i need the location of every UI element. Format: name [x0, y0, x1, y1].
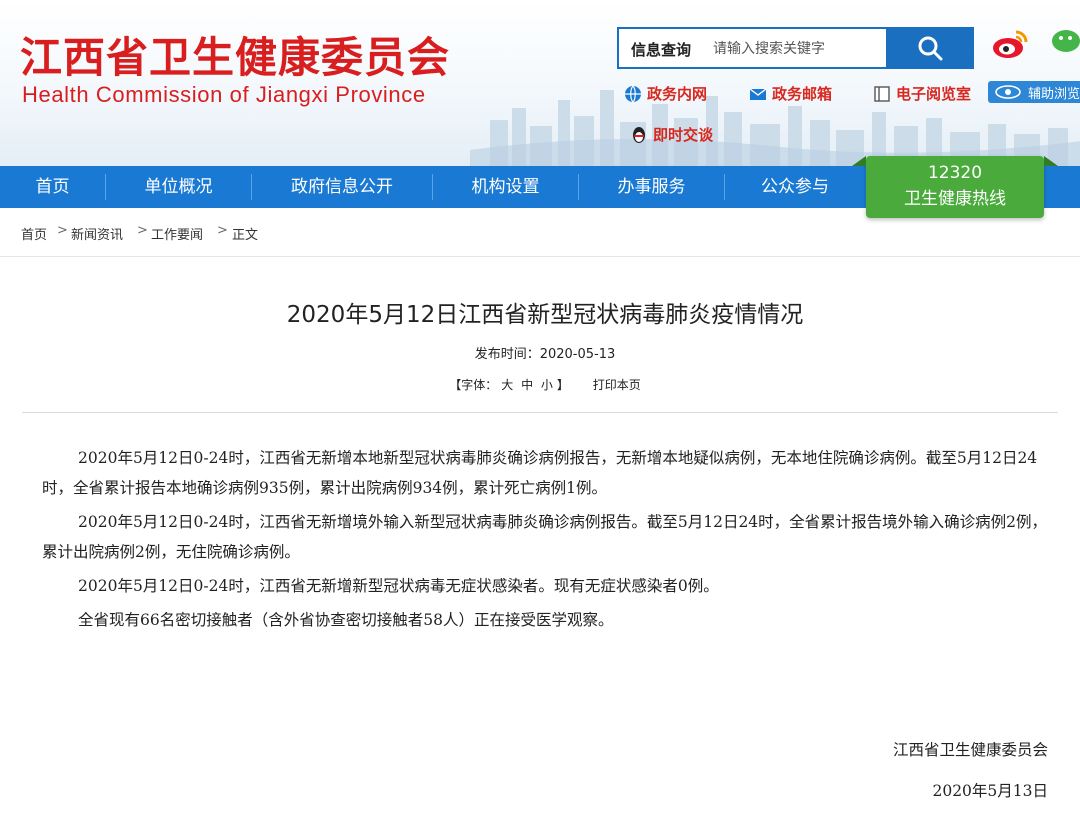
- nav-item-home[interactable]: 首页: [0, 166, 105, 208]
- article-signature: 江西省卫生健康委员会: [892, 741, 1048, 759]
- nav-item-participation[interactable]: 公众参与: [725, 166, 865, 208]
- nav-item-organization[interactable]: 机构设置: [433, 166, 578, 208]
- breadcrumb-news[interactable]: 新闻资讯: [71, 224, 123, 243]
- article-title: 2020年5月12日江西省新型冠状病毒肺炎疫情情况: [286, 302, 804, 328]
- chevron-right-icon: >: [137, 223, 148, 238]
- quicklink-label: 即时交谈: [653, 126, 714, 144]
- city-skyline-image: [470, 90, 1080, 166]
- assist-label: 辅助浏览: [1028, 86, 1080, 102]
- qq-penguin-icon: [633, 126, 645, 143]
- wechat-icon[interactable]: [1050, 26, 1080, 62]
- publish-date: 发布时间：2020-05-13: [474, 347, 616, 362]
- hotline-number: 12320: [927, 163, 983, 183]
- nav-item-services[interactable]: 办事服务: [579, 166, 724, 208]
- nav-item-gov-info[interactable]: 政府信息公开: [252, 166, 432, 208]
- hotline-label: 卫生健康热线: [904, 189, 1006, 209]
- assist-browse-button[interactable]: 辅助浏览: [988, 81, 1080, 103]
- font-large-button[interactable]: 大: [501, 378, 513, 392]
- eye-icon: [995, 85, 1021, 99]
- mail-icon: [749, 87, 767, 100]
- quicklink-label: 政务邮箱: [772, 85, 833, 103]
- breadcrumb-work-news[interactable]: 工作要闻: [151, 224, 203, 243]
- print-button[interactable]: 打印本页: [593, 378, 641, 392]
- breadcrumb: 首页 > 新闻资讯 > 工作要闻 > 正文: [0, 208, 1080, 257]
- font-size-toolbar: 【字体：大 中 小】 打印本页: [0, 376, 1080, 393]
- globe-icon: [625, 85, 641, 102]
- quicklink-chat[interactable]: 即时交谈: [630, 124, 713, 145]
- weibo-icon[interactable]: [990, 26, 1030, 62]
- quicklink-intranet[interactable]: 政务内网: [624, 83, 707, 104]
- book-icon: [874, 85, 890, 102]
- article-paragraph: 全省现有66名密切接触者（含外省协查密切接触者58人）正在接受医学观察。: [78, 611, 614, 629]
- article-body: 2020年5月12日0-24时，江西省无新增本地新型冠状病毒肺炎确诊病例报告，无…: [42, 443, 1052, 639]
- site-logo-chinese[interactable]: 江西省卫生健康委员会: [20, 24, 450, 85]
- article-sign-date: 2020年5月13日: [932, 782, 1048, 800]
- article-paragraph: 2020年5月12日0-24时，江西省无新增境外输入新型冠状病毒肺炎确诊病例报告…: [42, 513, 1048, 561]
- chevron-right-icon: >: [217, 223, 228, 238]
- search-icon: [918, 36, 943, 61]
- search-button[interactable]: [886, 27, 974, 69]
- search-label: 信息查询: [631, 41, 692, 59]
- quicklink-mail[interactable]: 政务邮箱: [749, 83, 832, 104]
- article-paragraph: 2020年5月12日0-24时，江西省无新增本地新型冠状病毒肺炎确诊病例报告，无…: [42, 449, 1038, 497]
- search-box: 信息查询: [617, 27, 974, 69]
- quicklink-label: 政务内网: [647, 85, 708, 103]
- site-logo-english[interactable]: Health Commission of Jiangxi Province: [22, 82, 426, 108]
- font-medium-button[interactable]: 中: [521, 378, 533, 392]
- nav-item-about[interactable]: 单位概况: [106, 166, 251, 208]
- font-size-label: 【字体：: [449, 378, 498, 392]
- quicklink-reading-room[interactable]: 电子阅览室: [873, 83, 971, 104]
- breadcrumb-home[interactable]: 首页: [21, 224, 47, 243]
- site-header: 江西省卫生健康委员会 Health Commission of Jiangxi …: [0, 0, 1080, 166]
- font-size-bracket: 】: [556, 378, 569, 392]
- article-paragraph: 2020年5月12日0-24时，江西省无新增新型冠状病毒无症状感染者。现有无症状…: [78, 577, 719, 595]
- font-small-button[interactable]: 小: [541, 378, 553, 392]
- divider: [22, 412, 1058, 413]
- quicklink-label: 电子阅览室: [896, 85, 972, 103]
- chevron-right-icon: >: [57, 223, 68, 238]
- search-input[interactable]: [711, 34, 885, 64]
- breadcrumb-current: 正文: [232, 228, 259, 243]
